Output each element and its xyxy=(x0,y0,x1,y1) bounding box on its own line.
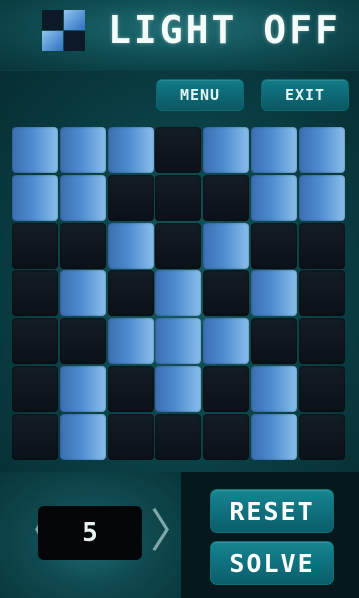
light-cell[interactable] xyxy=(60,127,106,173)
light-cell[interactable] xyxy=(251,175,297,221)
game-area: MENU EXIT xyxy=(0,71,359,472)
light-cell[interactable] xyxy=(12,318,58,364)
light-cell[interactable] xyxy=(203,414,249,460)
light-cell[interactable] xyxy=(12,270,58,316)
light-cell[interactable] xyxy=(155,127,201,173)
light-cell[interactable] xyxy=(60,175,106,221)
light-cell[interactable] xyxy=(299,127,345,173)
light-cell[interactable] xyxy=(155,223,201,269)
light-cell[interactable] xyxy=(12,127,58,173)
light-cell[interactable] xyxy=(299,366,345,412)
checkered-logo-icon xyxy=(42,10,86,52)
light-cell[interactable] xyxy=(299,414,345,460)
light-cell[interactable] xyxy=(299,318,345,364)
light-cell[interactable] xyxy=(251,318,297,364)
light-cell[interactable] xyxy=(108,127,154,173)
reset-button[interactable]: RESET xyxy=(210,489,334,533)
light-cell[interactable] xyxy=(155,366,201,412)
action-panel: RESET SOLVE xyxy=(181,472,359,598)
light-cell[interactable] xyxy=(203,223,249,269)
light-cell[interactable] xyxy=(203,366,249,412)
light-cell[interactable] xyxy=(155,414,201,460)
light-cell[interactable] xyxy=(299,223,345,269)
light-cell[interactable] xyxy=(251,414,297,460)
light-cell[interactable] xyxy=(251,366,297,412)
header-bar: LIGHT OFF xyxy=(0,0,359,71)
level-display: 5 xyxy=(38,506,142,560)
light-cell[interactable] xyxy=(108,414,154,460)
light-cell[interactable] xyxy=(203,318,249,364)
light-cell[interactable] xyxy=(108,223,154,269)
solve-button[interactable]: SOLVE xyxy=(210,541,334,585)
light-cell[interactable] xyxy=(251,223,297,269)
game-title: LIGHT OFF xyxy=(108,8,341,52)
light-cell[interactable] xyxy=(60,414,106,460)
light-cell[interactable] xyxy=(203,270,249,316)
light-grid xyxy=(12,127,345,460)
light-cell[interactable] xyxy=(155,270,201,316)
level-selector: 〈 5 〉 xyxy=(0,472,196,598)
exit-button[interactable]: EXIT xyxy=(261,79,349,111)
light-cell[interactable] xyxy=(299,175,345,221)
light-cell[interactable] xyxy=(155,318,201,364)
light-cell[interactable] xyxy=(108,318,154,364)
light-cell[interactable] xyxy=(108,175,154,221)
light-cell[interactable] xyxy=(299,270,345,316)
light-cell[interactable] xyxy=(108,270,154,316)
light-cell[interactable] xyxy=(203,175,249,221)
light-cell[interactable] xyxy=(12,366,58,412)
light-cell[interactable] xyxy=(108,366,154,412)
light-cell[interactable] xyxy=(12,414,58,460)
light-cell[interactable] xyxy=(60,366,106,412)
light-cell[interactable] xyxy=(251,127,297,173)
light-cell[interactable] xyxy=(12,175,58,221)
light-cell[interactable] xyxy=(203,127,249,173)
light-cell[interactable] xyxy=(60,318,106,364)
light-cell[interactable] xyxy=(155,175,201,221)
light-cell[interactable] xyxy=(60,270,106,316)
light-cell[interactable] xyxy=(12,223,58,269)
light-cell[interactable] xyxy=(60,223,106,269)
menu-button[interactable]: MENU xyxy=(156,79,244,111)
light-cell[interactable] xyxy=(251,270,297,316)
